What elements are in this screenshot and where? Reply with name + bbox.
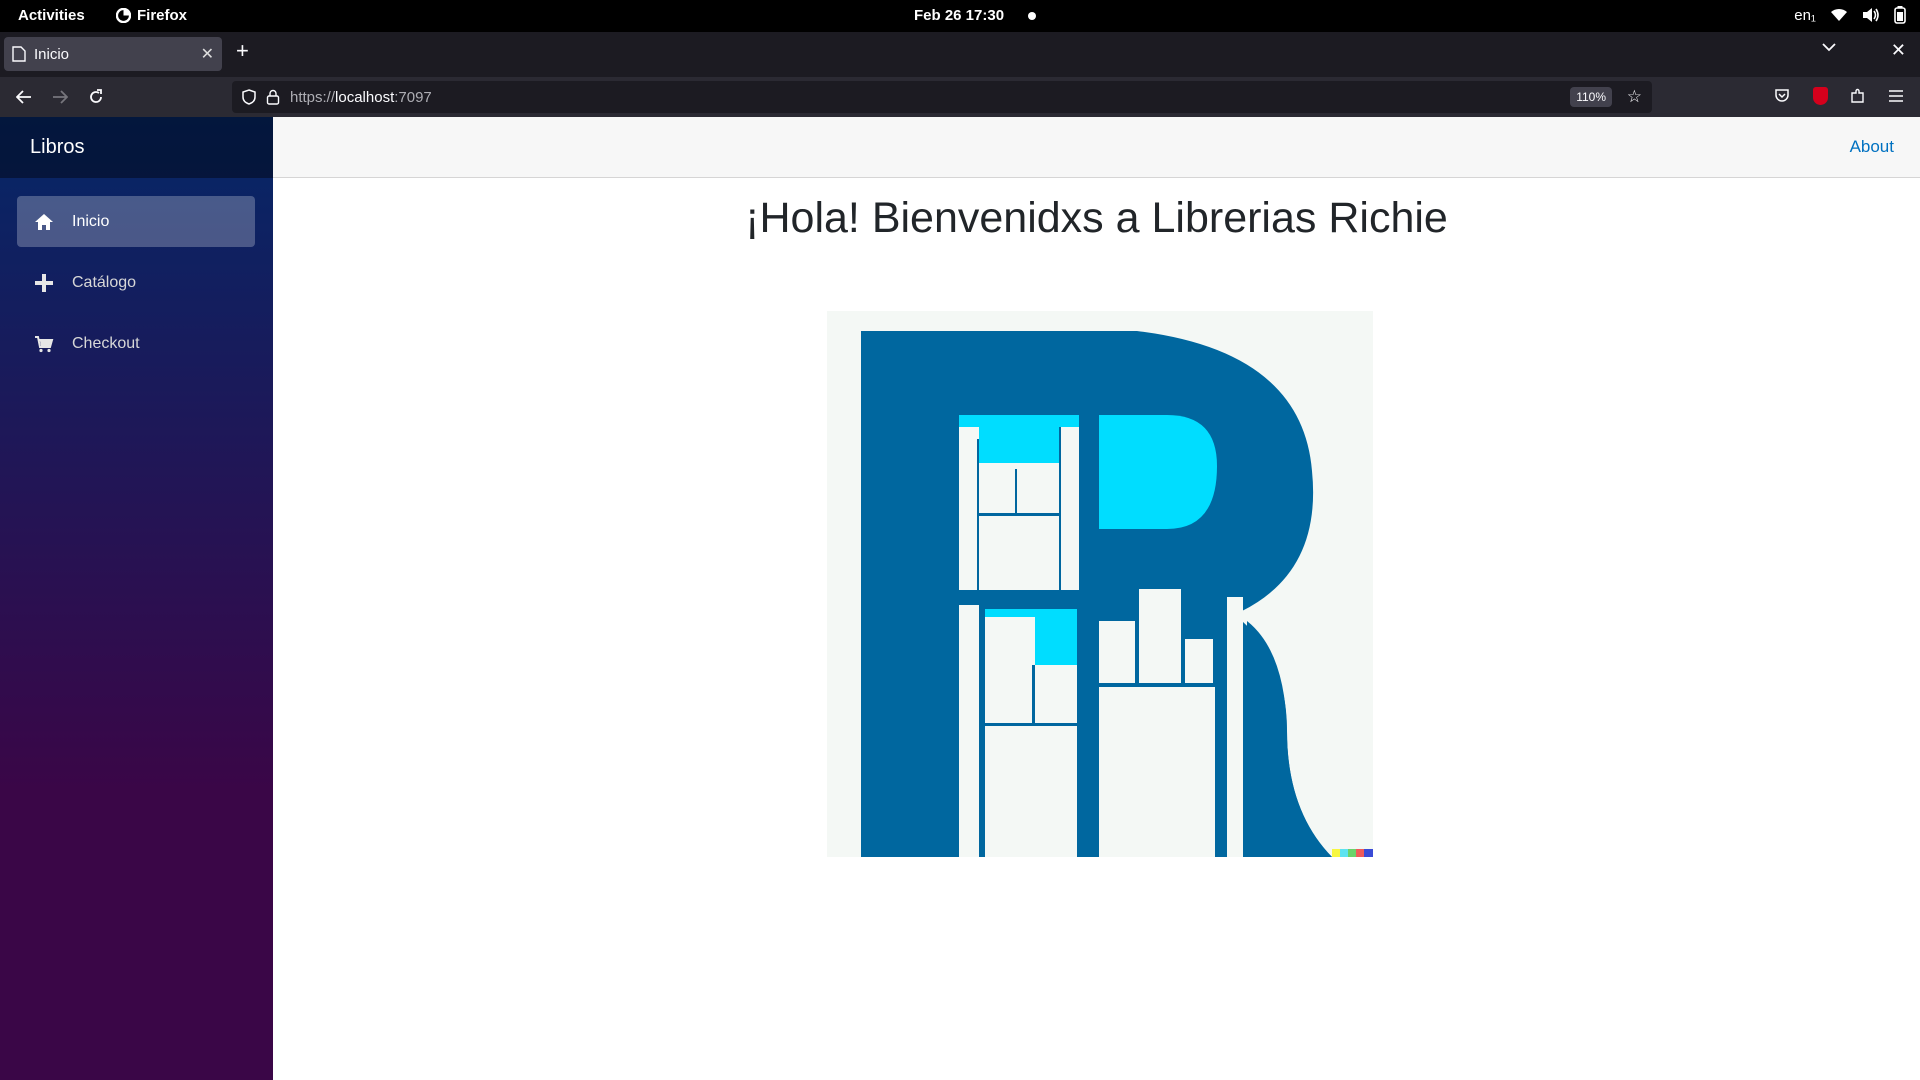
- notification-dot: [1028, 12, 1036, 20]
- cart-icon: [35, 335, 54, 352]
- top-row: About: [273, 117, 1920, 178]
- pocket-icon[interactable]: [1772, 86, 1792, 106]
- tab-title: Inicio: [34, 45, 70, 63]
- close-tab-icon[interactable]: ✕: [201, 44, 214, 64]
- url-scheme: https://: [290, 88, 336, 106]
- activities-button[interactable]: Activities: [18, 7, 85, 24]
- forward-arrow-icon: [53, 90, 68, 104]
- sidebar-item-catalogo[interactable]: Catálogo: [17, 257, 255, 308]
- wifi-icon: [1831, 8, 1847, 21]
- system-top-bar: Activities Firefox Feb 26 17:30 en₁: [0, 0, 1920, 32]
- firefox-icon: [116, 8, 131, 23]
- input-language[interactable]: en₁: [1794, 7, 1816, 24]
- new-tab-button[interactable]: +: [236, 40, 249, 62]
- plus-icon: [35, 273, 53, 292]
- forward-button[interactable]: [48, 85, 72, 109]
- librerias-richie-logo: [827, 311, 1373, 857]
- hamburger-menu-icon[interactable]: [1886, 86, 1906, 106]
- zoom-indicator[interactable]: 110%: [1570, 87, 1612, 107]
- sidebar-item-checkout[interactable]: Checkout: [17, 318, 255, 369]
- address-bar[interactable]: https://localhost:7097 110% ☆: [232, 81, 1652, 113]
- toolbar-extensions: [1772, 86, 1906, 106]
- tab-inicio[interactable]: Inicio ✕: [4, 37, 222, 71]
- url-text[interactable]: https://localhost:7097: [290, 89, 432, 106]
- back-arrow-icon: [16, 90, 31, 104]
- app-name: Firefox: [137, 7, 188, 24]
- battery-icon: [1894, 6, 1906, 24]
- about-link[interactable]: About: [1850, 137, 1894, 157]
- ublock-origin-icon[interactable]: [1810, 86, 1830, 106]
- brand-link[interactable]: Libros: [30, 136, 84, 159]
- tab-strip: Inicio ✕: [0, 32, 1920, 77]
- list-all-tabs-icon[interactable]: [1822, 42, 1836, 52]
- sidebar-item-label: Catálogo: [72, 273, 137, 291]
- volume-icon: [1863, 8, 1879, 22]
- bookmark-star-icon[interactable]: ☆: [1627, 87, 1642, 107]
- sidebar: Libros Inicio Catálogo Checkout: [0, 117, 273, 1080]
- logo-image: [827, 311, 1373, 857]
- system-tray[interactable]: en₁: [1794, 6, 1906, 24]
- back-button[interactable]: [12, 85, 36, 109]
- window-close-button[interactable]: ✕: [1891, 40, 1906, 61]
- brand: Libros: [0, 117, 273, 178]
- reload-icon: [90, 89, 102, 103]
- tracking-protection-shield-icon[interactable]: [242, 89, 256, 105]
- url-port: :7097: [394, 88, 432, 106]
- reload-button[interactable]: [84, 85, 108, 109]
- sidebar-item-label: Inicio: [72, 212, 110, 230]
- navigation-bar: https://localhost:7097 110% ☆: [0, 77, 1920, 117]
- nav-menu: Inicio Catálogo Checkout: [0, 178, 273, 369]
- sidebar-item-inicio[interactable]: Inicio: [17, 196, 255, 247]
- app-menu[interactable]: Firefox: [116, 7, 187, 24]
- page-title: ¡Hola! Bienvenidxs a Librerias Richie: [745, 194, 1448, 242]
- home-icon: [35, 213, 53, 230]
- lock-icon[interactable]: [266, 89, 280, 105]
- web-page: Libros Inicio Catálogo Checkout About ¡H…: [0, 117, 1920, 1080]
- main-content: About ¡Hola! Bienvenidxs a Librerias Ric…: [273, 117, 1920, 1080]
- sidebar-item-label: Checkout: [72, 334, 140, 352]
- clock[interactable]: Feb 26 17:30: [914, 7, 1004, 24]
- url-host: localhost: [335, 88, 395, 106]
- extensions-puzzle-icon[interactable]: [1848, 86, 1868, 106]
- page-icon: [12, 46, 26, 62]
